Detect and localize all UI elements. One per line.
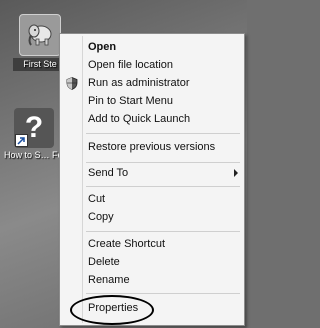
menu-separator (86, 293, 240, 294)
menu-item-label: Create Shortcut (88, 238, 166, 250)
menu-item-open-file-location[interactable]: Open file location (62, 56, 242, 74)
menu-item-label: Delete (88, 256, 120, 268)
elephant-app-icon (19, 14, 61, 56)
menu-item-label: Pin to Start Menu (88, 95, 173, 107)
menu-item-rename[interactable]: Rename (62, 271, 242, 289)
menu-item-properties[interactable]: Properties (62, 299, 242, 317)
help-shortcut-icon: ? (14, 108, 54, 148)
menu-item-send-to[interactable]: Send To (62, 164, 242, 182)
context-menu: Open Open file location Run as administr… (59, 33, 245, 326)
menu-item-delete[interactable]: Delete (62, 253, 242, 271)
shield-icon (66, 77, 78, 90)
elephant-icon (28, 24, 52, 46)
shortcut-arrow-icon (15, 134, 28, 147)
menu-item-label: Send To (88, 167, 129, 179)
menu-item-label: Cut (88, 193, 106, 205)
menu-item-copy[interactable]: Copy (62, 208, 242, 226)
menu-item-label: Copy (88, 211, 114, 223)
menu-item-label: Rename (88, 274, 130, 286)
menu-item-label: Restore previous versions (88, 141, 216, 153)
menu-item-label: Open (88, 41, 117, 53)
menu-item-cut[interactable]: Cut (62, 190, 242, 208)
menu-item-label: Add to Quick Launch (88, 113, 191, 125)
menu-item-label: Open file location (88, 59, 173, 71)
menu-separator (86, 162, 240, 163)
desktop-icon-how-to-send-feedback[interactable]: ? How to S… Feedba… (4, 108, 92, 161)
menu-item-label: Run as administrator (88, 77, 190, 89)
menu-separator (86, 186, 240, 187)
menu-item-open[interactable]: Open (62, 38, 242, 56)
menu-item-add-to-quick-launch[interactable]: Add to Quick Launch (62, 110, 242, 128)
menu-separator (86, 231, 240, 232)
menu-item-label: Properties (88, 302, 139, 314)
menu-item-run-as-administrator[interactable]: Run as administrator (62, 74, 242, 92)
menu-item-restore-previous-versions[interactable]: Restore previous versions (62, 138, 242, 156)
submenu-arrow-icon (234, 169, 238, 177)
menu-item-pin-to-start-menu[interactable]: Pin to Start Menu (62, 92, 242, 110)
desktop: First Ste ? How to S… Feedba… Open Open … (0, 0, 247, 328)
menu-item-create-shortcut[interactable]: Create Shortcut (62, 235, 242, 253)
menu-separator (86, 133, 240, 134)
